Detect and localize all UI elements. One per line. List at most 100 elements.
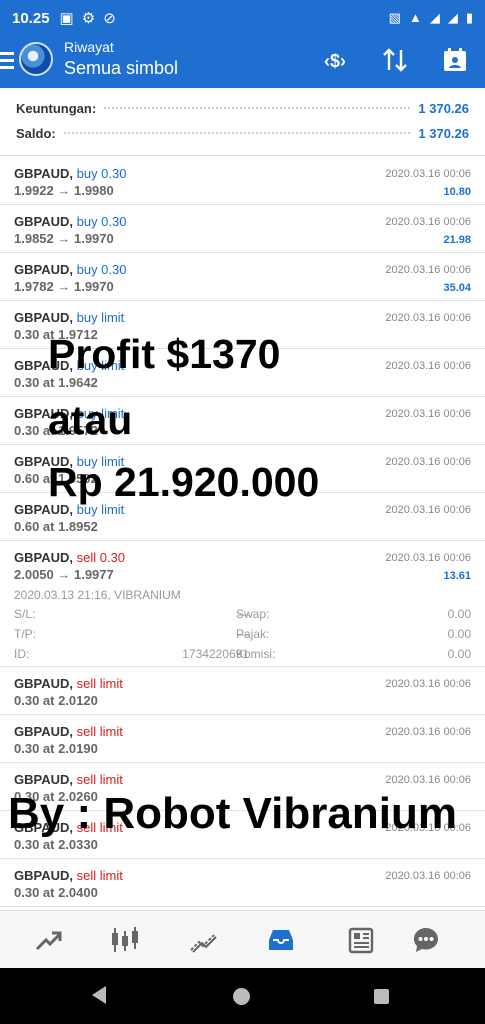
order-date: 2020.03.16 00:06: [385, 312, 471, 324]
order-symbol: GBPAUD,: [14, 214, 73, 229]
overlay-rupiah-text: Rp 21.920.000: [48, 459, 320, 505]
order-date: 2020.03.16 00:06: [385, 456, 471, 468]
order-row-expanded[interactable]: GBPAUD, sell 0.30 2.0050 → 1.9977 2020.0…: [0, 541, 485, 667]
order-side: sell limit: [76, 772, 123, 787]
order-prices: 0.30 at 1.9642: [14, 375, 98, 390]
order-date: 2020.03.16 00:06: [385, 408, 471, 420]
trade-icon[interactable]: [28, 923, 68, 957]
swap-value: 0.00: [447, 607, 471, 621]
order-symbol: GBPAUD,: [14, 550, 73, 565]
status-bar: 10.25 ▣ ⚙ ⊘ ▧ ▲ ◢ ◢ ▮: [0, 0, 485, 36]
order-side: buy 0.30: [76, 262, 127, 277]
order-prices: 0.30 at 2.0190: [14, 741, 98, 756]
order-row[interactable]: GBPAUD, buy 0.30 1.9852 → 1.9970 2020.03…: [0, 205, 485, 253]
commission-value: 0.00: [447, 647, 471, 661]
profit-row: Keuntungan: 1 370.26: [16, 98, 469, 118]
order-date: 2020.03.16 00:06: [385, 552, 471, 564]
commission-label: Komisi:: [236, 647, 276, 661]
order-date: 2020.03.16 00:06: [385, 216, 471, 228]
order-side: buy limit: [76, 310, 125, 325]
overlay-credit-text: By : Robot Vibranium: [8, 789, 457, 838]
sort-icon[interactable]: [377, 44, 413, 76]
order-prices: 1.9782 → 1.9970: [14, 279, 114, 294]
system-nav-bar: [0, 968, 485, 1024]
order-date: 2020.03.16 00:06: [385, 168, 471, 180]
order-date: 2020.03.16 00:06: [385, 870, 471, 882]
profit-value: 1 370.26: [418, 100, 469, 116]
order-open-time: 2020.03.13 21:16, VIBRANIUM: [14, 588, 181, 602]
currency-exchange-icon[interactable]: ‹$›: [318, 44, 354, 76]
balance-value: 1 370.26: [418, 125, 469, 141]
order-prices: 0.30 at 2.0120: [14, 693, 98, 708]
recent-apps-icon[interactable]: [374, 989, 389, 1004]
header-title[interactable]: Semua simbol: [64, 58, 178, 79]
order-symbol: GBPAUD,: [14, 868, 73, 883]
chart-icon[interactable]: [105, 923, 145, 957]
order-date: 2020.03.16 00:06: [385, 678, 471, 690]
analysis-icon[interactable]: [183, 923, 223, 957]
vibrate-icon: ▧: [388, 10, 401, 25]
order-id-row: ID: 1734220691 Komisi: 0.00: [14, 647, 471, 663]
app-logo: [19, 42, 53, 76]
tax-label: Pajak:: [236, 627, 270, 641]
usb-icon: ⚙: [81, 10, 96, 27]
chat-icon[interactable]: [406, 923, 446, 957]
order-profit: 10.80: [443, 186, 471, 198]
order-symbol: GBPAUD,: [14, 166, 73, 181]
back-icon[interactable]: [92, 986, 106, 1004]
calendar-icon[interactable]: [437, 44, 473, 76]
menu-icon[interactable]: [0, 48, 14, 74]
tax-value: 0.00: [447, 627, 471, 641]
order-side: sell 0.30: [76, 550, 126, 565]
order-row[interactable]: GBPAUD, sell limit 0.30 at 2.0190 2020.0…: [0, 715, 485, 763]
news-icon[interactable]: [340, 923, 380, 957]
order-side: buy 0.30: [76, 166, 127, 181]
sl-label: S/L:: [14, 607, 36, 621]
swap-label: Swap:: [236, 607, 270, 621]
status-time: 10.25: [12, 9, 50, 27]
order-symbol: GBPAUD,: [14, 724, 73, 739]
order-prices: 1.9922 → 1.9980: [14, 183, 114, 198]
blocked-icon: ⊘: [103, 10, 116, 27]
id-label: ID:: [14, 647, 30, 661]
balance-label: Saldo:: [16, 125, 56, 141]
order-side: buy 0.30: [76, 214, 127, 229]
dotted-leader: [104, 107, 411, 109]
order-prices: 1.9852 → 1.9970: [14, 231, 114, 246]
order-open-time-row: 2020.03.13 21:16, VIBRANIUM: [14, 588, 471, 604]
overlay-or-text: atau: [48, 397, 133, 443]
order-profit: 13.61: [443, 570, 471, 582]
order-row[interactable]: GBPAUD, buy 0.30 1.9782 → 1.9970 2020.03…: [0, 253, 485, 301]
order-profit: 35.04: [443, 282, 471, 294]
order-prices: 0.30 at 2.0330: [14, 837, 98, 852]
order-row[interactable]: GBPAUD, sell limit 0.30 at 2.0120 2020.0…: [0, 667, 485, 715]
order-profit: 21.98: [443, 234, 471, 246]
signal-icon: ◢: [429, 10, 440, 25]
header-subtitle: Riwayat: [64, 39, 114, 55]
account-summary: Keuntungan: 1 370.26 Saldo: 1 370.26: [0, 88, 485, 156]
order-side: sell limit: [76, 676, 123, 691]
order-row[interactable]: GBPAUD, sell limit 0.30 at 2.0400 2020.0…: [0, 859, 485, 907]
order-prices: 0.60 at 1.8952: [14, 519, 98, 534]
profit-label: Keuntungan:: [16, 100, 97, 116]
tp-label: T/P:: [14, 627, 37, 641]
order-prices: 2.0050 → 1.9977: [14, 567, 114, 582]
order-date: 2020.03.16 00:06: [385, 774, 471, 786]
order-date: 2020.03.16 00:06: [385, 504, 471, 516]
order-date: 2020.03.16 00:06: [385, 264, 471, 276]
battery-icon: ▮: [465, 10, 473, 25]
home-icon[interactable]: [233, 988, 250, 1005]
order-row[interactable]: GBPAUD, buy 0.30 1.9922 → 1.9980 2020.03…: [0, 157, 485, 205]
app-bar: Riwayat Semua simbol ‹$›: [0, 36, 485, 88]
order-date: 2020.03.16 00:06: [385, 726, 471, 738]
order-symbol: GBPAUD,: [14, 676, 73, 691]
overlay-profit-text: Profit $1370: [48, 331, 281, 377]
dotted-leader: [63, 132, 411, 134]
order-side: sell limit: [76, 724, 123, 739]
order-symbol: GBPAUD,: [14, 262, 73, 277]
order-side: sell limit: [76, 868, 123, 883]
history-icon[interactable]: [261, 923, 301, 957]
wifi-icon: ▲: [408, 10, 422, 25]
order-prices: 0.30 at 2.0400: [14, 885, 98, 900]
order-symbol: GBPAUD,: [14, 310, 73, 325]
